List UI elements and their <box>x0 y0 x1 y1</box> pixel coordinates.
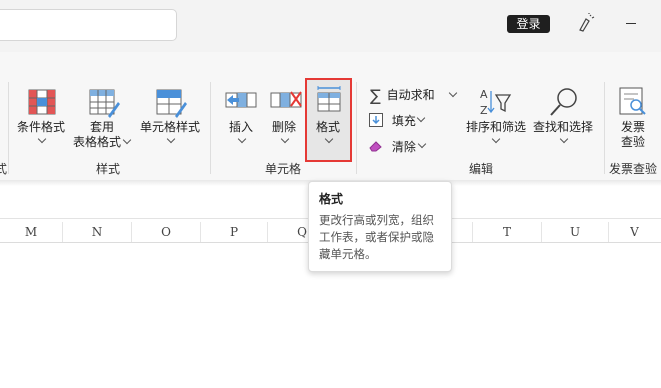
tooltip-description: 更改行高或列宽，组织工作表，或者保护或隐藏单元格。 <box>319 213 434 261</box>
invoice-check-label-2: 查验 <box>621 135 646 149</box>
fill-down-icon <box>369 113 383 127</box>
column-header[interactable]: U <box>542 222 609 242</box>
minimize-button[interactable] <box>620 14 642 32</box>
group-label-edit: 编辑 <box>469 162 494 176</box>
cell-style-button[interactable]: 单元格样式 <box>140 120 200 135</box>
clear-button[interactable]: 清除 <box>369 138 416 155</box>
cell-style-icon <box>156 89 187 118</box>
group-label-styles: 样式 <box>96 162 121 176</box>
table-style-icon <box>89 89 120 118</box>
delete-icon <box>270 91 302 108</box>
find-select-button[interactable]: 查找和选择 <box>533 120 593 135</box>
table-style-button[interactable]: 套用 <box>90 120 114 135</box>
separator <box>356 82 357 174</box>
fill-button[interactable]: 填充 <box>369 112 416 129</box>
separator <box>8 82 9 174</box>
svg-text:A: A <box>480 88 488 101</box>
column-header[interactable]: O <box>132 222 201 242</box>
table-style-label-2: 表格格式 <box>73 135 122 149</box>
group-label-cells: 单元格 <box>265 162 302 176</box>
autosum-label: 自动求和 <box>386 88 435 102</box>
column-header[interactable]: M <box>0 222 63 242</box>
format-tooltip: 格式 更改行高或列宽，组织工作表，或者保护或隐藏单元格。 <box>308 181 452 272</box>
separator <box>604 82 605 174</box>
column-header[interactable]: V <box>609 222 660 242</box>
autosum-button[interactable]: ∑ 自动求和 <box>370 86 435 105</box>
fill-label: 填充 <box>391 114 416 128</box>
conditional-format-button[interactable]: 条件格式 <box>17 120 65 135</box>
group-label-partial: 式 <box>0 162 8 176</box>
column-header[interactable]: T <box>473 222 542 242</box>
separator <box>210 82 211 174</box>
invoice-check-button[interactable]: 发票 <box>621 120 645 135</box>
group-label-invoice: 发票查验 <box>609 162 658 176</box>
search-box[interactable] <box>0 9 177 41</box>
login-button[interactable]: 登录 <box>507 15 550 33</box>
clear-label: 清除 <box>391 140 416 154</box>
sort-filter-button[interactable]: 排序和筛选 <box>466 120 526 135</box>
conditional-format-icon <box>28 89 56 115</box>
title-bar: 登录 <box>0 0 661 52</box>
insert-button[interactable]: 插入 <box>229 120 253 135</box>
format-icon <box>317 86 341 112</box>
format-button[interactable]: 格式 <box>316 120 340 135</box>
magnifier-icon <box>550 88 577 116</box>
column-header[interactable]: P <box>201 222 268 242</box>
column-header[interactable]: N <box>63 222 132 242</box>
eraser-icon <box>369 141 382 152</box>
svg-text:Z: Z <box>480 104 488 117</box>
invoice-check-icon <box>619 87 646 115</box>
delete-button[interactable]: 删除 <box>272 120 296 135</box>
sigma-icon: ∑ <box>370 86 381 105</box>
skin-brush-icon[interactable] <box>576 13 596 33</box>
sort-filter-icon: A Z <box>480 88 512 117</box>
tooltip-title: 格式 <box>319 192 344 206</box>
insert-icon <box>225 92 257 108</box>
